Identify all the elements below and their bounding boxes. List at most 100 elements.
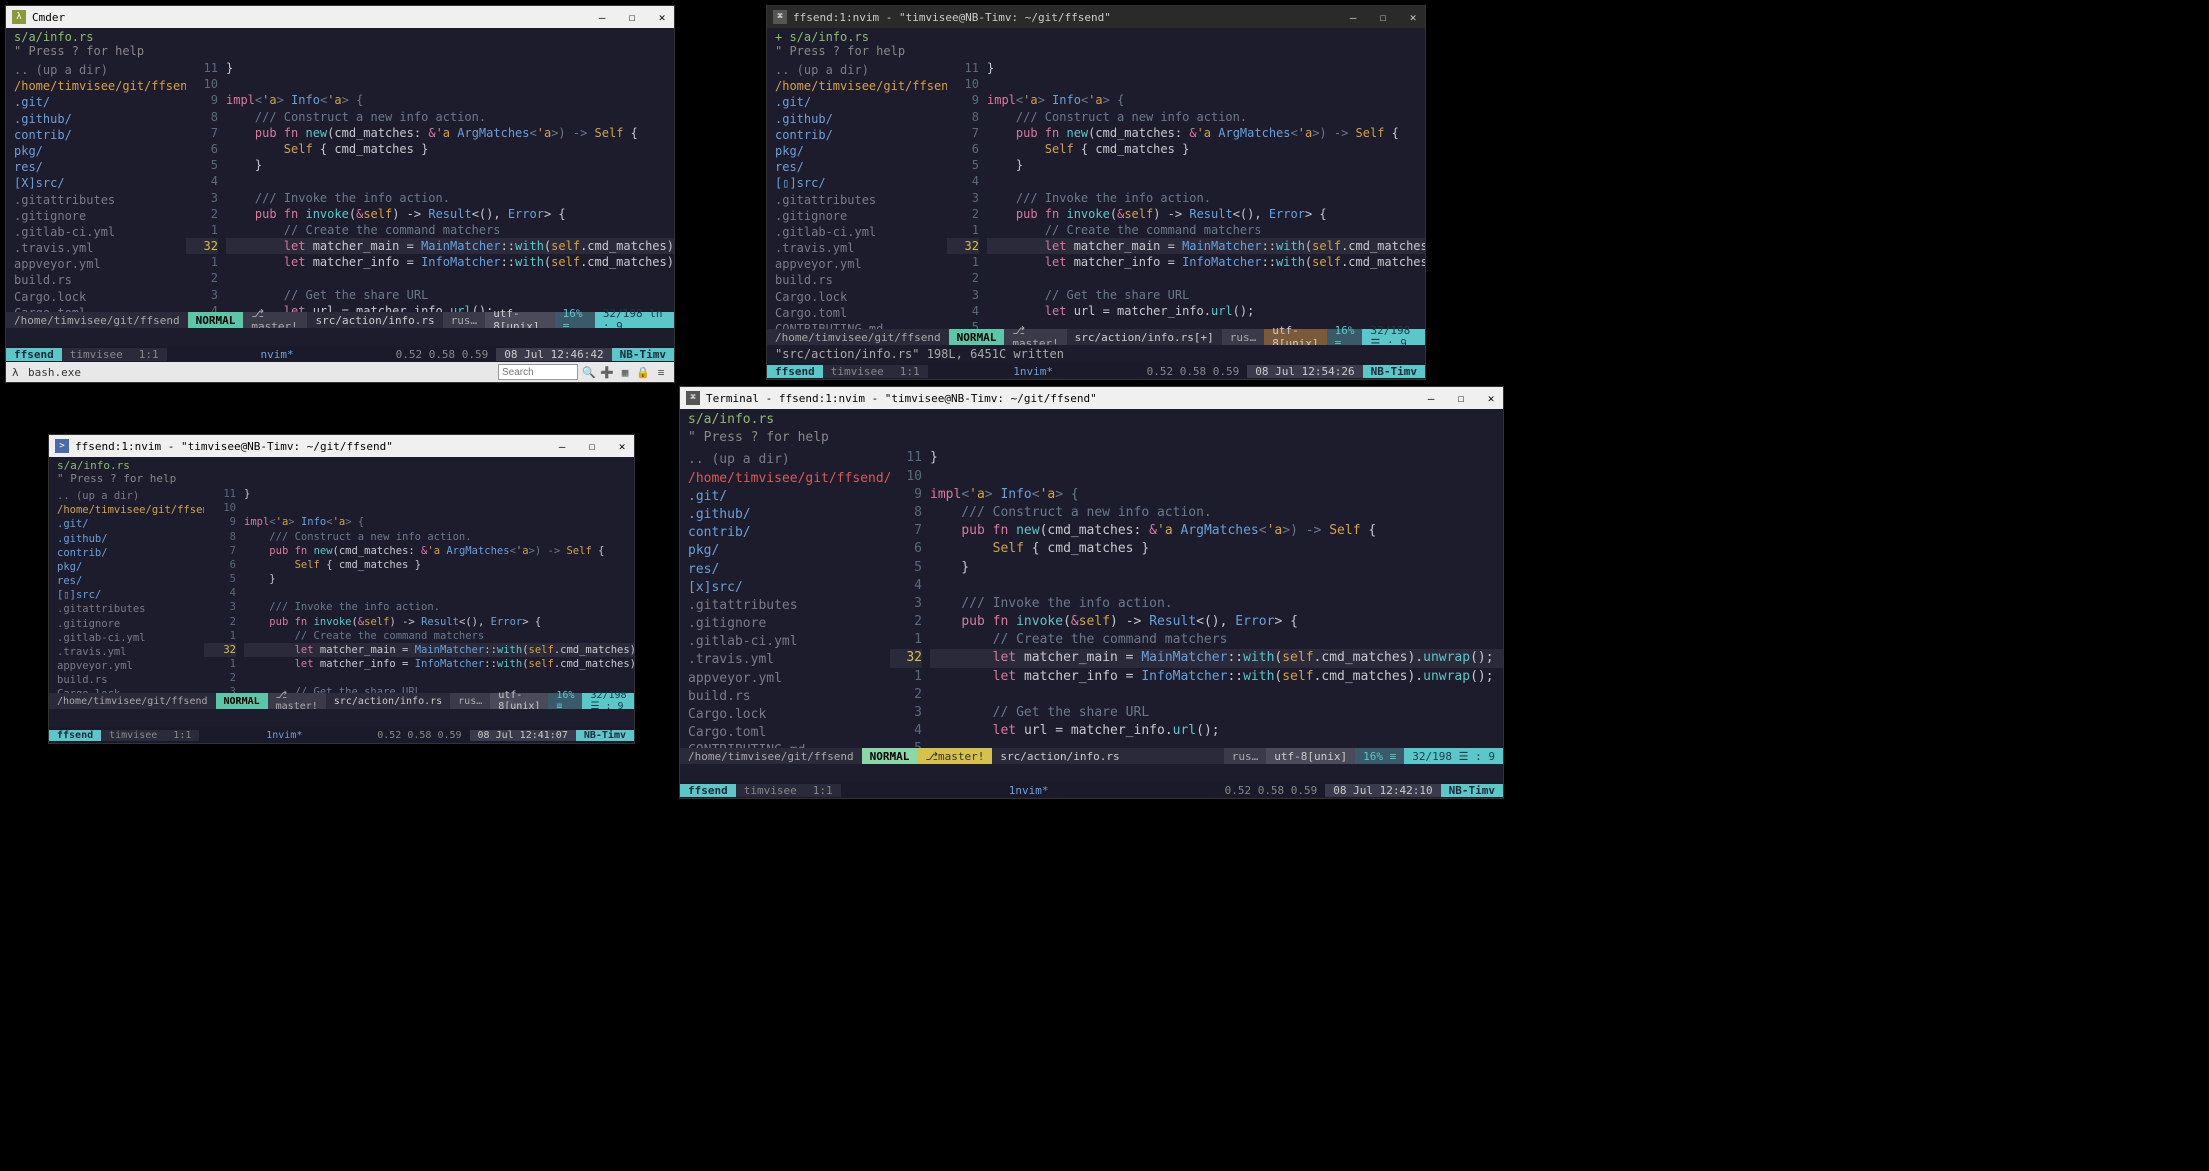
shell-tab-label[interactable]: bash.exe [28, 366, 81, 379]
tree-item[interactable]: .git/ [775, 94, 939, 110]
tree-root[interactable]: /home/timvisee/git/ffsend/ [14, 78, 178, 94]
titlebar[interactable]: ⌘ Terminal - ffsend:1:nvim - "timvisee@N… [680, 387, 1503, 409]
tree-item[interactable]: .github/ [14, 111, 178, 127]
file-tree[interactable]: .. (up a dir) /home/timvisee/git/ffsend/… [6, 60, 186, 312]
tree-item[interactable]: .gitattributes [688, 597, 882, 615]
tree-item[interactable]: build.rs [57, 673, 196, 687]
tree-item[interactable]: .git/ [57, 517, 196, 531]
code-pane[interactable]: } impl<'a> Info<'a> { /// Construct a ne… [930, 449, 1503, 748]
tree-updir[interactable]: .. (up a dir) [775, 62, 939, 78]
tree-item[interactable]: .gitignore [14, 208, 178, 224]
tree-item[interactable]: Cargo.lock [688, 706, 882, 724]
tree-item[interactable]: .travis.yml [775, 240, 939, 256]
minimize-button[interactable]: — [556, 440, 568, 453]
maximize-button[interactable]: ☐ [626, 11, 638, 24]
maximize-button[interactable]: ☐ [586, 440, 598, 453]
tree-root[interactable]: /home/timvisee/git/ffsend/ [775, 78, 939, 94]
titlebar[interactable]: λ Cmder — ☐ ✕ [6, 6, 674, 28]
tree-item[interactable]: [X]src/ [14, 175, 178, 191]
code-pane[interactable]: } impl<'a> Info<'a> { /// Construct a ne… [244, 487, 634, 693]
file-tree[interactable]: .. (up a dir) /home/timvisee/git/ffsend/… [680, 449, 890, 748]
tree-item[interactable]: .gitignore [688, 615, 882, 633]
tree-item[interactable]: .gitlab-ci.yml [775, 224, 939, 240]
tree-item[interactable]: .github/ [688, 506, 882, 524]
minimize-button[interactable]: — [596, 11, 608, 24]
tree-item[interactable]: Cargo.toml [775, 305, 939, 321]
tree-item[interactable]: appveyor.yml [775, 256, 939, 272]
titlebar[interactable]: > ffsend:1:nvim - "timvisee@NB-Timv: ~/g… [49, 435, 634, 457]
cmdline[interactable] [49, 709, 634, 727]
tree-item[interactable]: .travis.yml [57, 645, 196, 659]
tree-root[interactable]: /home/timvisee/git/ffsend/ [688, 470, 882, 488]
close-button[interactable]: ✕ [1485, 392, 1497, 405]
tree-item[interactable]: contrib/ [14, 127, 178, 143]
tree-item[interactable]: [▯]src/ [775, 175, 939, 191]
file-tree[interactable]: .. (up a dir) /home/timvisee/git/ffsend/… [49, 487, 204, 693]
tree-item[interactable]: build.rs [775, 272, 939, 288]
tree-item[interactable]: .gitignore [775, 208, 939, 224]
tree-item[interactable]: Cargo.toml [688, 724, 882, 742]
minimize-button[interactable]: — [1347, 11, 1359, 24]
tree-updir[interactable]: .. (up a dir) [688, 451, 882, 469]
tree-item[interactable]: .git/ [688, 488, 882, 506]
search-icon[interactable]: 🔍 [582, 366, 596, 379]
tree-item[interactable]: contrib/ [688, 524, 882, 542]
tmux-tab-idle[interactable]: timvisee [823, 365, 892, 378]
tree-item[interactable]: .travis.yml [14, 240, 178, 256]
tree-item[interactable]: CONTRIBUTING.md [775, 321, 939, 329]
tree-item[interactable]: .github/ [775, 111, 939, 127]
add-tab-icon[interactable]: ➕ [600, 366, 614, 379]
tree-item[interactable]: .gitattributes [57, 602, 196, 616]
search-input[interactable] [498, 364, 578, 380]
tmux-tab-active[interactable]: ffsend [680, 784, 736, 797]
tree-updir[interactable]: .. (up a dir) [57, 489, 196, 503]
tree-item[interactable]: .github/ [57, 532, 196, 546]
tree-item[interactable]: Cargo.toml [14, 305, 178, 312]
menu-icon[interactable]: ≡ [654, 366, 668, 379]
tree-item[interactable]: contrib/ [57, 546, 196, 560]
tree-item[interactable]: build.rs [688, 688, 882, 706]
titlebar[interactable]: ⌘ ffsend:1:nvim - "timvisee@NB-Timv: ~/g… [767, 6, 1425, 28]
tmux-tab-active[interactable]: ffsend [49, 730, 101, 741]
tree-item[interactable]: res/ [14, 159, 178, 175]
code-pane[interactable]: } impl<'a> Info<'a> { /// Construct a ne… [226, 60, 674, 312]
tree-item[interactable]: .gitignore [57, 617, 196, 631]
tree-item[interactable]: [x]src/ [688, 579, 882, 597]
tree-item[interactable]: appveyor.yml [57, 659, 196, 673]
tmux-tab-active[interactable]: ffsend [6, 348, 62, 361]
tree-item[interactable]: .travis.yml [688, 651, 882, 669]
tree-item[interactable]: res/ [688, 561, 882, 579]
maximize-button[interactable]: ☐ [1455, 392, 1467, 405]
tree-item[interactable]: [▯]src/ [57, 588, 196, 602]
tree-item[interactable]: pkg/ [775, 143, 939, 159]
tree-item[interactable]: res/ [775, 159, 939, 175]
tree-item[interactable]: .gitlab-ci.yml [14, 224, 178, 240]
tmux-tab-idle[interactable]: timvisee [62, 348, 131, 361]
cmdline[interactable] [6, 328, 674, 346]
tmux-tab-idle[interactable]: timvisee [736, 784, 805, 797]
tree-root[interactable]: /home/timvisee/git/ffsend/ [57, 503, 196, 517]
tree-item[interactable]: build.rs [14, 272, 178, 288]
code-pane[interactable]: } impl<'a> Info<'a> { /// Construct a ne… [987, 60, 1425, 329]
tmux-tab-idle[interactable]: timvisee [101, 730, 165, 741]
tmux-tab-active[interactable]: ffsend [767, 365, 823, 378]
tree-item[interactable]: res/ [57, 574, 196, 588]
close-button[interactable]: ✕ [1407, 11, 1419, 24]
tree-item[interactable]: .gitattributes [14, 192, 178, 208]
tree-item[interactable]: .gitlab-ci.yml [57, 631, 196, 645]
close-button[interactable]: ✕ [656, 11, 668, 24]
tree-item[interactable]: appveyor.yml [688, 670, 882, 688]
split-icon[interactable]: ▦ [618, 366, 632, 379]
tree-item[interactable]: Cargo.lock [14, 289, 178, 305]
tree-item[interactable]: pkg/ [688, 542, 882, 560]
file-tree[interactable]: .. (up a dir) /home/timvisee/git/ffsend/… [767, 60, 947, 329]
tree-item[interactable]: .gitlab-ci.yml [688, 633, 882, 651]
tree-item[interactable]: contrib/ [775, 127, 939, 143]
tree-item[interactable]: pkg/ [57, 560, 196, 574]
minimize-button[interactable]: — [1425, 392, 1437, 405]
tree-updir[interactable]: .. (up a dir) [14, 62, 178, 78]
tree-item[interactable]: .gitattributes [775, 192, 939, 208]
tree-item[interactable]: Cargo.lock [775, 289, 939, 305]
cmdline[interactable] [680, 764, 1503, 782]
tree-item[interactable]: appveyor.yml [14, 256, 178, 272]
